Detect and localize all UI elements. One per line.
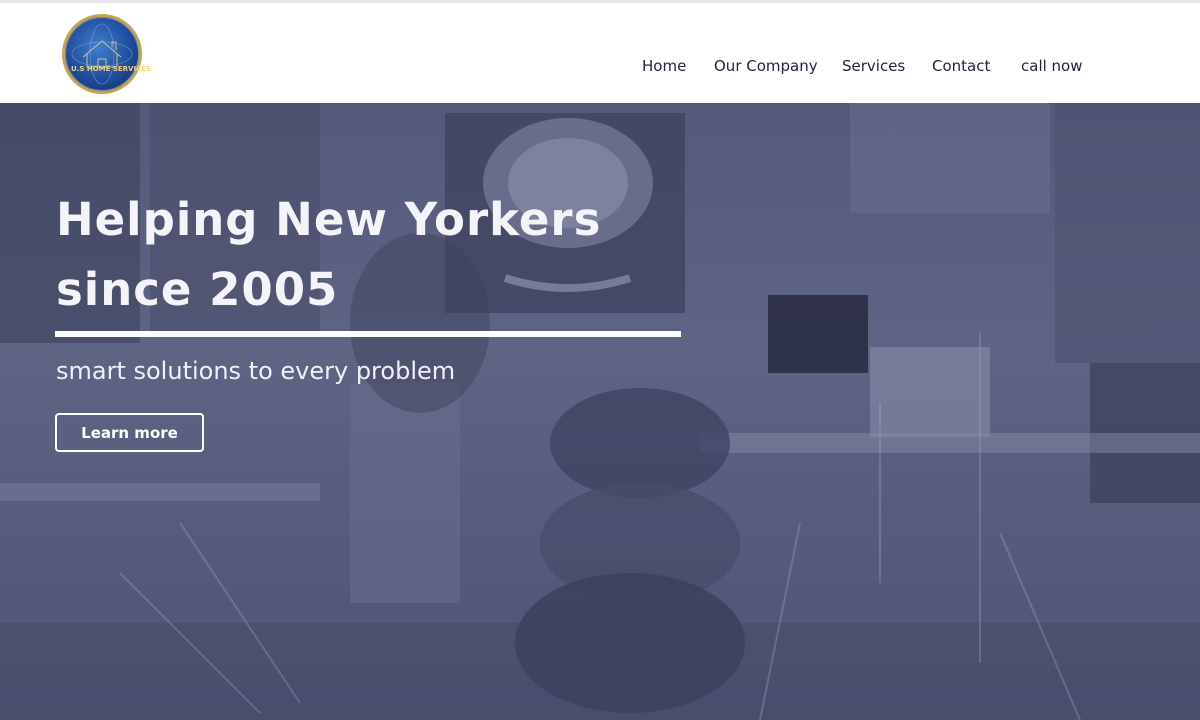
hero-subtitle: smart solutions to every problem [56, 357, 456, 385]
nav-services[interactable]: Services [842, 57, 905, 75]
hero-section: Helping New Yorkers since 2005 smart sol… [0, 103, 1200, 720]
nav-contact[interactable]: Contact [932, 57, 990, 75]
nav-home[interactable]: Home [642, 57, 686, 75]
title-divider [55, 331, 681, 337]
hero-title: Helping New Yorkers since 2005 [56, 185, 696, 325]
site-logo[interactable]: U.S HOME SERVICES [62, 14, 152, 94]
hero-title-line1: Helping New Yorkers [56, 193, 602, 246]
nav-our-company[interactable]: Our Company [714, 57, 818, 75]
house-icon [71, 23, 133, 85]
nav-call-now[interactable]: call now [1021, 57, 1083, 75]
logo-text: U.S HOME SERVICES [71, 65, 152, 73]
hero-title-line2: since 2005 [56, 263, 339, 316]
site-header: U.S HOME SERVICES Home Our Company Servi… [0, 3, 1200, 103]
learn-more-button[interactable]: Learn more [55, 413, 204, 452]
